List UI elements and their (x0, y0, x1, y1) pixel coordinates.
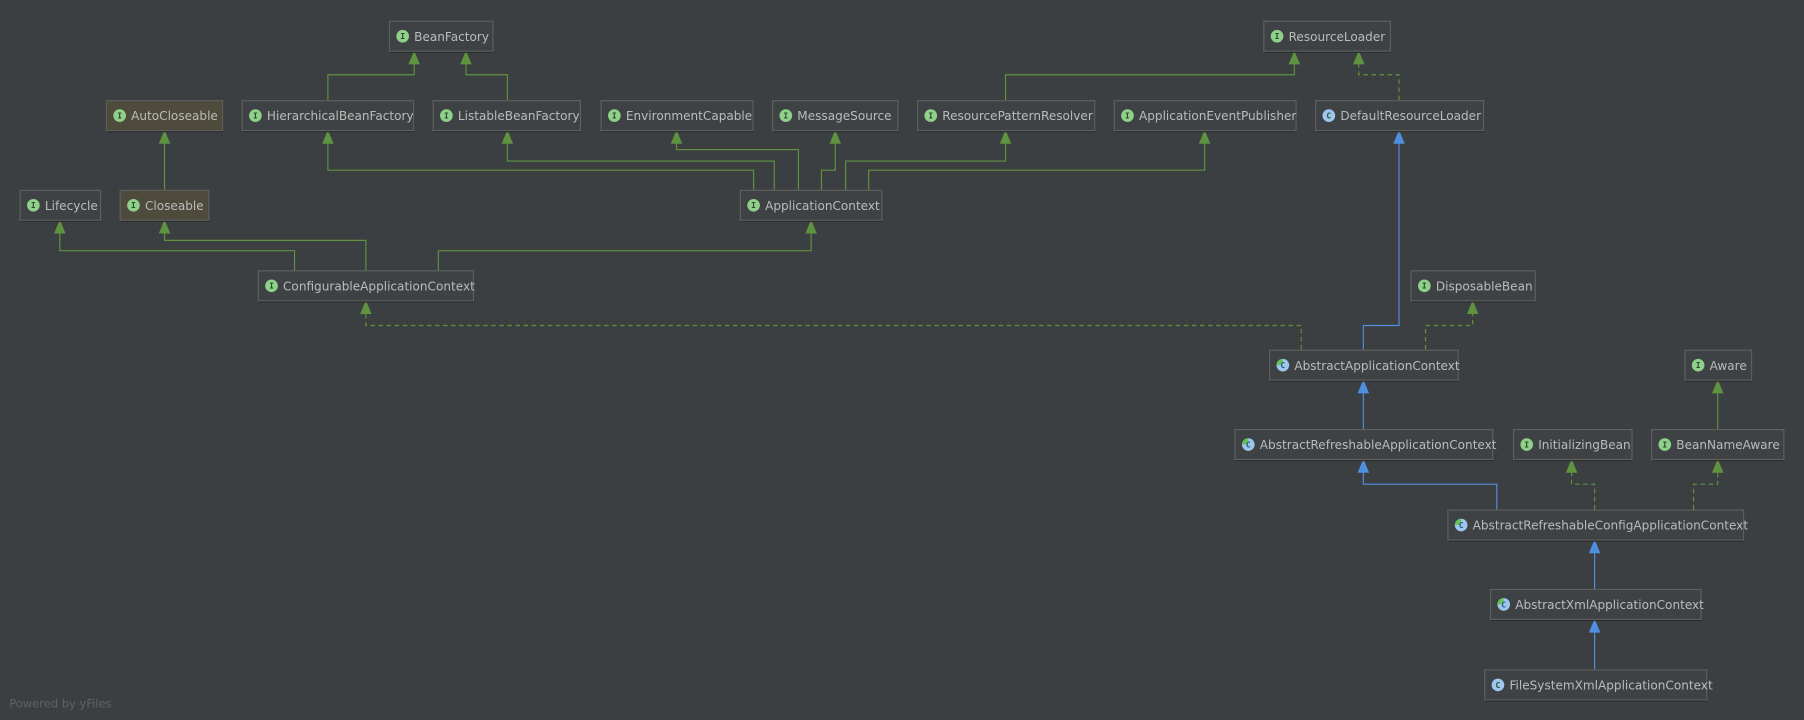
node-default-resource-loader[interactable]: C DefaultResourceLoader (1315, 100, 1485, 133)
edge-configurable-to-appctx (437, 228, 812, 271)
node-listable-bean-factory[interactable]: I ListableBeanFactory (432, 100, 582, 133)
edge-listable-to-beanfactory (465, 59, 508, 101)
edge-refreshableconfig-to-beannameaware (1692, 468, 1719, 510)
node-abstract-refreshable-config-application-context[interactable]: C AbstractRefreshableConfigApplicationCon… (1447, 509, 1749, 542)
edge-appctx-to-hierarchical (327, 139, 755, 190)
edge-resourcepatternresolver-to-resourceloader (1004, 59, 1295, 101)
icon-letter: I (400, 32, 405, 41)
edge-appctx-to-environmentcapable (675, 139, 800, 190)
node-label: DefaultResourceLoader (1340, 109, 1481, 123)
node-label: EnvironmentCapable (626, 109, 752, 123)
nodes: I BeanFactory I ResourceLoader I AutoCloseabl… (19, 20, 1785, 702)
node-label: HierarchicalBeanFactory (267, 109, 414, 123)
icon-letter: I (31, 201, 36, 210)
node-label: ApplicationContext (765, 199, 880, 213)
icon-letter: C (1496, 681, 1501, 690)
edges (59, 59, 1719, 670)
node-aware[interactable]: I Aware (1684, 349, 1753, 382)
icon-letter: I (612, 111, 617, 120)
node-label: DisposableBean (1436, 279, 1533, 293)
node-label: BeanNameAware (1676, 438, 1779, 452)
icon-letter: I (131, 201, 136, 210)
node-lifecycle[interactable]: I Lifecycle (19, 189, 102, 222)
icon-letter: I (1422, 282, 1427, 291)
node-label: AbstractXmlApplicationContext (1515, 598, 1704, 612)
node-initializing-bean[interactable]: I InitializingBean (1512, 429, 1633, 462)
node-label: AbstractApplicationContext (1294, 359, 1460, 373)
node-configurable-application-context[interactable]: I ConfigurableApplicationContext (257, 270, 475, 303)
node-message-source[interactable]: I MessageSource (771, 100, 899, 133)
node-application-context[interactable]: I ApplicationContext (739, 189, 883, 222)
icon-letter: I (1662, 440, 1667, 449)
edge-appctx-to-eventpublisher (868, 139, 1206, 190)
node-label: ResourceLoader (1289, 30, 1386, 44)
edge-refreshableconfig-to-initializingbean (1571, 468, 1596, 510)
node-label: AutoCloseable (131, 109, 218, 123)
node-label: ConfigurableApplicationContext (283, 279, 475, 293)
node-bean-name-aware[interactable]: I BeanNameAware (1650, 429, 1785, 462)
node-resource-pattern-resolver[interactable]: I ResourcePatternResolver (916, 100, 1096, 133)
icon-letter: C (1459, 521, 1464, 530)
node-disposable-bean[interactable]: I DisposableBean (1410, 270, 1536, 303)
node-label: Lifecycle (45, 199, 98, 213)
icon-letter: I (253, 111, 258, 120)
edge-abstractappctx-to-disposablebean (1424, 309, 1474, 350)
edge-appctx-to-listable (506, 139, 775, 190)
node-hierarchical-bean-factory[interactable]: I HierarchicalBeanFactory (241, 100, 415, 133)
edge-configurable-to-lifecycle (59, 228, 296, 271)
icon-letter: C (1280, 361, 1285, 370)
node-label: ApplicationEventPublisher (1139, 109, 1296, 123)
icon-letter: I (1696, 361, 1701, 370)
edge-defaultresourceloader-to-resourceloader (1358, 59, 1400, 101)
node-label: InitializingBean (1538, 438, 1630, 452)
node-label: Closeable (145, 199, 204, 213)
icon-letter: I (1125, 111, 1130, 120)
node-label: ListableBeanFactory (458, 109, 580, 123)
edge-hierarchical-to-beanfactory (327, 59, 415, 101)
edge-refreshableconfig-to-refreshable (1362, 468, 1498, 510)
node-bean-factory[interactable]: I BeanFactory (388, 20, 494, 53)
node-abstract-application-context[interactable]: C AbstractApplicationContext (1269, 349, 1460, 382)
node-label: ResourcePatternResolver (942, 109, 1093, 123)
uml-class-diagram: I BeanFactory I ResourceLoader I AutoCloseabl… (9, 20, 1785, 710)
icon-letter: I (1524, 440, 1529, 449)
icon-letter: I (444, 111, 449, 120)
icon-letter: I (269, 282, 274, 291)
node-label: FileSystemXmlApplicationContext (1509, 679, 1712, 693)
node-file-system-xml-application-context[interactable]: C FileSystemXmlApplicationContext (1484, 669, 1713, 702)
icon-letter: I (783, 111, 788, 120)
node-resource-loader[interactable]: I ResourceLoader (1263, 20, 1391, 53)
node-label: Aware (1710, 359, 1747, 373)
icon-letter: I (117, 111, 122, 120)
node-abstract-refreshable-application-context[interactable]: C AbstractRefreshableApplicationContext (1234, 429, 1497, 462)
node-auto-closeable[interactable]: I AutoCloseable (105, 100, 224, 133)
edge-appctx-to-messagesource (820, 139, 836, 190)
icon-letter: I (1275, 32, 1280, 41)
icon-letter: C (1501, 600, 1506, 609)
edge-configurable-to-closeable (163, 228, 367, 271)
node-environment-capable[interactable]: I EnvironmentCapable (600, 100, 754, 133)
node-abstract-xml-application-context[interactable]: C AbstractXmlApplicationContext (1489, 588, 1704, 622)
node-label: AbstractRefreshableConfigApplicationCont… (1473, 519, 1749, 533)
arrowheads (54, 50, 1724, 633)
node-label: BeanFactory (414, 30, 489, 44)
powered-by-footer: Powered by yFiles (9, 696, 111, 710)
node-application-event-publisher[interactable]: I ApplicationEventPublisher (1113, 100, 1297, 133)
node-closeable[interactable]: I Closeable (119, 189, 210, 222)
edge-appctx-to-resourcepatternresolver (845, 139, 1007, 190)
node-label: AbstractRefreshableApplicationContext (1260, 438, 1497, 452)
icon-letter: I (751, 201, 756, 210)
icon-letter: C (1246, 440, 1251, 449)
icon-letter: I (928, 111, 933, 120)
node-label: MessageSource (797, 109, 891, 123)
icon-letter: C (1326, 111, 1331, 120)
edge-abstractappctx-to-defaultresourceloader (1362, 139, 1400, 350)
edge-abstractappctx-to-configurable (365, 309, 1302, 350)
